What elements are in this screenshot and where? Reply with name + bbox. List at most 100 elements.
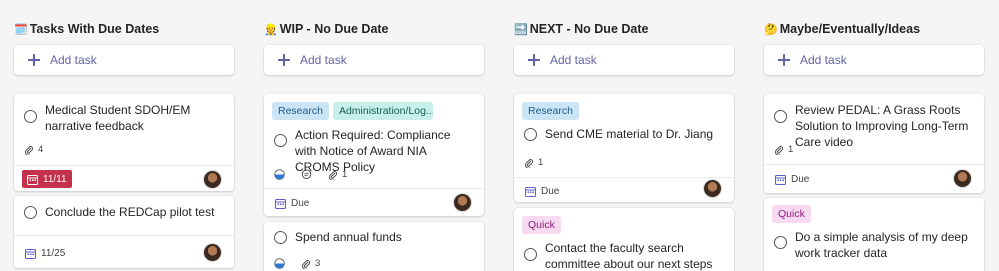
task-title: Action Required: Compliance with Notice … [295,128,451,174]
circle-checkbox-icon[interactable] [774,110,787,123]
thinking-face-emoji-icon: 🤔 [764,24,778,36]
add-task-label: Add task [50,53,97,67]
add-task-button[interactable]: Add task [14,45,234,75]
task-card[interactable]: Research Administration/Log... Action Re… [264,94,484,216]
column-title-text: Maybe/Eventually/Ideas [779,22,921,36]
attachment-count: 1 [524,157,543,168]
due-date[interactable]: Due [520,182,564,200]
attachment-count-text: 1 [342,169,348,180]
label-quick: Quick [772,205,811,223]
card-divider [514,177,734,178]
task-title: Contact the faculty search committee abo… [545,241,713,271]
column-maybe-eventually-ideas: 🤔 Maybe/Eventually/Ideas Add task Review … [764,0,986,271]
paperclip-icon [774,145,784,155]
card-divider [264,188,484,189]
task-meta: 3 [274,258,320,269]
column-title[interactable]: 👷 WIP - No Due Date [264,22,389,36]
comment-icon [301,169,312,179]
task-title: Send CME material to Dr. Jiang [545,127,714,141]
calendar-icon [775,174,786,185]
task-card[interactable]: Medical Student SDOH/EM narrative feedba… [14,94,234,191]
calendar-icon [525,186,536,197]
paperclip-icon [524,158,534,168]
avatar[interactable] [953,169,972,188]
add-task-button[interactable]: Add task [764,45,984,75]
task-title: Medical Student SDOH/EM narrative feedba… [45,103,191,133]
avatar[interactable] [703,179,722,198]
column-tasks-with-due-dates: 🗓️ Tasks With Due Dates Add task Medical … [14,0,236,271]
attachment-count-text: 3 [315,258,321,269]
task-title: Conclude the REDCap pilot test [45,205,215,219]
due-date[interactable]: 11/25 [20,244,70,262]
plus-icon [528,54,540,66]
calendar-icon [25,248,36,259]
avatar[interactable] [453,193,472,212]
circle-checkbox-icon[interactable] [524,248,537,261]
card-divider [764,164,984,165]
column-title[interactable]: 🤔 Maybe/Eventually/Ideas [764,22,920,36]
attachment-count-text: 4 [38,144,44,155]
add-task-button[interactable]: Add task [264,45,484,75]
add-task-label: Add task [300,53,347,67]
circle-checkbox-icon[interactable] [274,231,287,244]
task-card[interactable]: Conclude the REDCap pilot test 11/25 [14,196,234,268]
soon-arrow-emoji-icon: 🔜 [514,24,528,36]
due-date-text: 11/25 [41,247,66,259]
task-card[interactable]: Review PEDAL: A Grass Roots Solution to … [764,94,984,193]
plus-icon [778,54,790,66]
label-research: Research [272,102,329,120]
due-date-badge[interactable]: 11/11 [22,170,72,188]
attachment-count: 1 [774,144,793,155]
task-labels: Quick [522,216,561,234]
calendar-icon [27,174,38,185]
add-task-button[interactable]: Add task [514,45,734,75]
label-research: Research [522,102,579,120]
card-divider [14,165,234,166]
circle-checkbox-icon[interactable] [524,128,537,141]
calendar-emoji-icon: 🗓️ [14,24,28,36]
circle-checkbox-icon[interactable] [274,134,287,147]
attachment-count: 4 [24,144,43,155]
due-date-text: Due [291,197,310,209]
column-title-text: WIP - No Due Date [279,22,389,36]
circle-checkbox-icon[interactable] [774,236,787,249]
due-date-text: Due [791,173,810,185]
circle-checkbox-icon[interactable] [24,110,37,123]
column-wip-no-due-date: 👷 WIP - No Due Date Add task Research Adm… [264,0,486,271]
task-card[interactable]: Quick Contact the faculty search committ… [514,208,734,271]
paperclip-icon [301,259,311,269]
task-title: Review PEDAL: A Grass Roots Solution to … [795,103,969,149]
column-next-no-due-date: 🔜 NEXT - No Due Date Add task Research Se… [514,0,736,271]
plus-icon [28,54,40,66]
avatar[interactable] [203,243,222,262]
add-task-label: Add task [550,53,597,67]
card-divider [14,235,234,236]
half-circle-progress-icon [274,258,285,269]
attachment-count-text: 1 [538,157,544,168]
circle-checkbox-icon[interactable] [24,206,37,219]
task-title: Do a simple analysis of my deep work tra… [795,230,968,260]
task-title: Spend annual funds [295,230,402,244]
half-circle-progress-icon [274,169,285,180]
task-meta: 1 [274,169,347,180]
task-labels: Quick [772,205,811,223]
due-date[interactable]: Due [270,194,314,212]
task-card[interactable]: Spend annual funds 3 [264,222,484,271]
task-labels: Research [522,102,579,120]
avatar[interactable] [203,170,222,189]
paperclip-icon [328,170,338,180]
due-date-text: 11/11 [43,173,67,185]
plus-icon [278,54,290,66]
construction-worker-emoji-icon: 👷 [264,24,278,36]
column-title[interactable]: 🔜 NEXT - No Due Date [514,22,648,36]
add-task-label: Add task [800,53,847,67]
due-date[interactable]: Due [770,170,814,188]
column-title[interactable]: 🗓️ Tasks With Due Dates [14,22,159,36]
task-card[interactable]: Research Send CME material to Dr. Jiang … [514,94,734,202]
label-administration: Administration/Log... [332,102,433,120]
label-quick: Quick [522,216,561,234]
task-labels: Research Administration/Log... [272,102,433,120]
due-date-text: Due [541,185,560,197]
calendar-icon [275,198,286,209]
task-card[interactable]: Quick Do a simple analysis of my deep wo… [764,198,984,271]
